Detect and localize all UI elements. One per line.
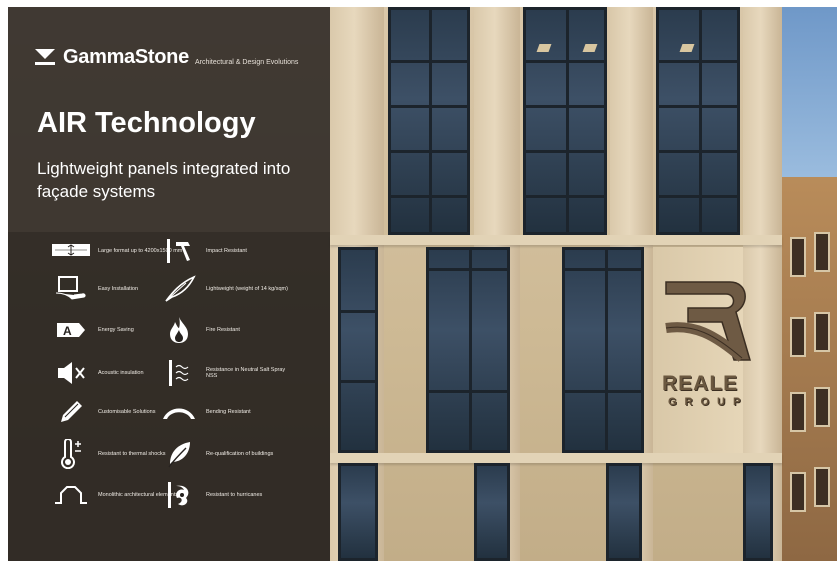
sky [782,7,837,192]
feature-impact-resistant: Impact Resistant [158,236,296,266]
svg-text:A: A [63,324,72,338]
brand-tagline: Architectural & Design Evolutions [194,59,299,66]
reale-group-sign-text: REALE GROUP [662,372,748,408]
sign-sub: GROUP [668,396,749,408]
feather-icon [165,275,196,302]
salt-spray-icon [169,360,189,386]
feature-fire-resistant: Fire Resistant [158,315,296,345]
hammer-icon [167,239,190,263]
leaf-icon [168,442,190,468]
feature-lightweight: Lightweight (weight of 14 kg/sqm) [158,274,296,304]
large-format-icon [52,244,90,256]
brand-name: GammaStone [63,46,189,68]
gammastone-logo-icon [35,49,55,65]
page-title: AIR Technology [37,107,256,139]
speaker-mute-icon [58,362,85,384]
sign-main: REALE [662,372,739,395]
feature-salt-spray: Resistance in Neutral Salt Spray NSS [158,358,296,388]
bending-icon [163,408,195,419]
feature-bending-resistant: Bending Resistant [158,397,296,427]
laptop-hand-icon [55,276,86,300]
monolithic-icon [55,486,87,504]
reale-group-logo [665,281,751,362]
energy-a-icon: A [57,323,85,338]
fire-icon [170,317,188,343]
page-subtitle: Lightweight panels integrated into façad… [37,159,291,201]
neighboring-building [782,177,837,561]
pencil-icon [61,401,82,422]
hurricane-icon [168,482,189,508]
feature-hurricanes: Resistant to hurricanes [158,480,296,510]
feature-requalification: Re-qualification of buildings [158,439,296,469]
thermometer-icon [61,439,81,469]
brand-header: GammaStone Architectural & Design Evolut… [33,46,298,69]
